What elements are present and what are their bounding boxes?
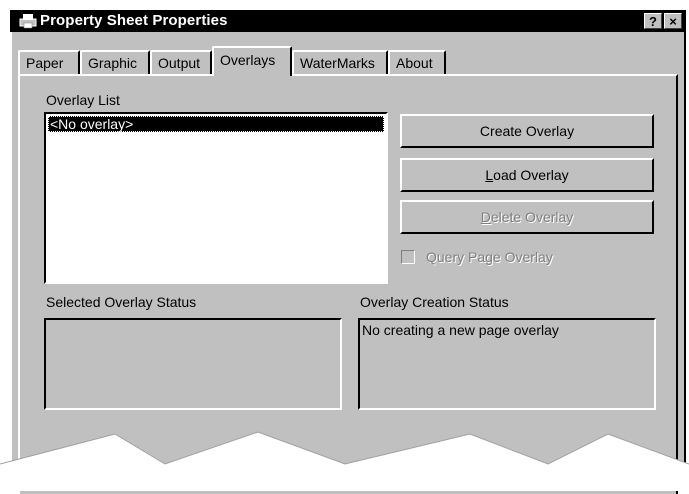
tab-watermarks[interactable]: WaterMarks (292, 50, 388, 74)
create-overlay-button[interactable]: Create Overlay (400, 114, 654, 148)
overlay-list-label: Overlay List (46, 92, 120, 108)
query-page-overlay-label: Query Page Overlay (426, 249, 553, 265)
selected-overlay-status-box (44, 318, 342, 410)
printer-icon (19, 14, 37, 29)
list-item[interactable]: <No overlay> (48, 116, 384, 132)
load-overlay-button[interactable]: Load Overlay (400, 158, 654, 192)
query-page-overlay-checkbox[interactable] (401, 250, 415, 264)
close-button[interactable]: × (664, 13, 682, 29)
title-bar[interactable]: Property Sheet Properties ? × (10, 10, 686, 32)
help-button[interactable]: ? (644, 13, 662, 29)
tab-paper[interactable]: Paper (18, 50, 80, 74)
torn-edge (0, 431, 689, 491)
tab-graphic[interactable]: Graphic (80, 50, 150, 74)
overlay-listbox[interactable]: <No overlay> (44, 112, 388, 284)
selected-overlay-status-label: Selected Overlay Status (46, 294, 197, 310)
delete-overlay-button[interactable]: Delete Overlay (400, 200, 654, 234)
overlay-creation-status-text: No creating a new page overlay (362, 322, 559, 338)
tab-about[interactable]: About (388, 50, 446, 74)
window-title: Property Sheet Properties (40, 12, 228, 29)
tab-output[interactable]: Output (150, 50, 212, 74)
overlay-creation-status-box: No creating a new page overlay (358, 318, 656, 410)
overlay-creation-status-label: Overlay Creation Status (360, 294, 509, 310)
tab-overlays[interactable]: Overlays (212, 46, 292, 76)
